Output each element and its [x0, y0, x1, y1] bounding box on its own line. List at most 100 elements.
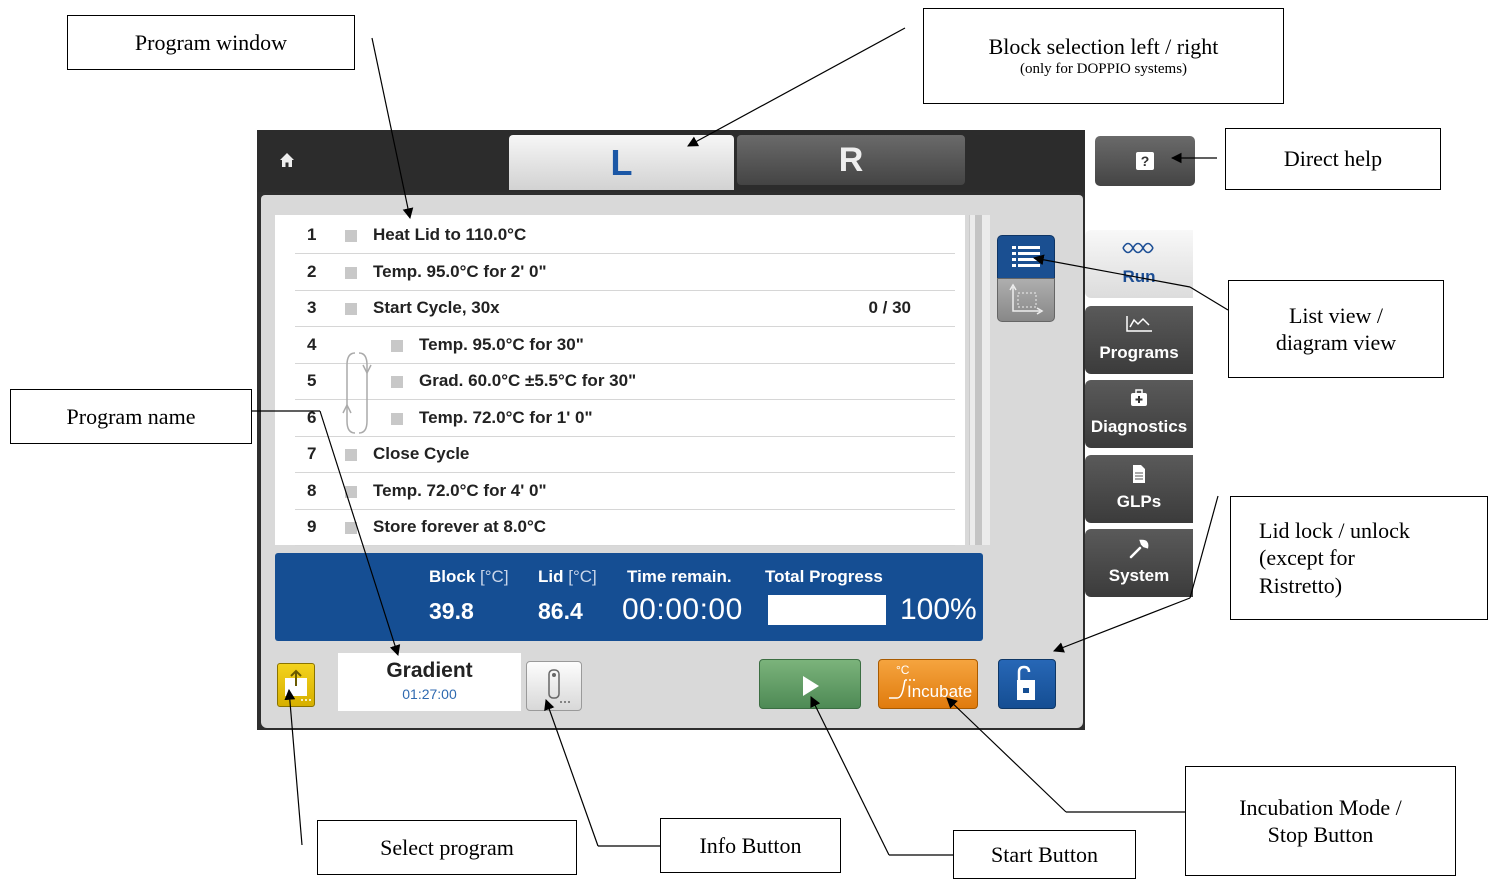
step-number: 5	[307, 371, 317, 390]
step-text: Temp. 72.0°C for 1' 0"	[419, 407, 593, 427]
step-row[interactable]: 6 Temp. 72.0°C for 1' 0"	[295, 400, 955, 437]
callout-list-view: List view / diagram view	[1228, 280, 1444, 378]
step-checkbox-icon	[345, 303, 357, 315]
time-remain-value: 00:00:00	[622, 593, 743, 626]
total-progress-label: Total Progress	[765, 567, 883, 586]
step-row[interactable]: 2 Temp. 95.0°C for 2' 0"	[295, 254, 955, 291]
callout-text: Program window	[134, 29, 288, 55]
step-number: 9	[307, 517, 317, 536]
diagram-icon	[1009, 283, 1044, 315]
play-icon	[803, 676, 819, 696]
step-text: Close Cycle	[373, 444, 470, 463]
diagram-view-button[interactable]	[997, 278, 1055, 322]
home-icon[interactable]	[279, 152, 295, 168]
info-icon	[548, 669, 570, 703]
chart-icon	[1085, 315, 1193, 338]
time-remain-label: Time remain.	[627, 567, 732, 586]
step-checkbox-icon	[391, 339, 403, 352]
side-tab-glps[interactable]: GLPs	[1085, 455, 1193, 523]
callout-text: Info Button	[699, 832, 802, 858]
program-name: Gradient	[386, 659, 473, 682]
step-row[interactable]: 7 Close Cycle	[295, 436, 955, 473]
side-tab-diagnostics[interactable]: Diagnostics	[1085, 380, 1193, 448]
step-number: 7	[307, 444, 317, 463]
step-row[interactable]: 1 Heat Lid to 110.0°C	[295, 217, 955, 254]
step-checkbox-icon	[391, 376, 403, 388]
callout-text: Start Button	[991, 841, 1098, 867]
info-button[interactable]	[526, 661, 582, 711]
side-tab-label: Run	[1122, 267, 1156, 286]
scrollbar[interactable]	[969, 215, 990, 545]
step-row[interactable]: 8 Temp. 72.0°C for 4' 0"	[295, 473, 955, 510]
side-tab-run[interactable]: Run	[1085, 230, 1193, 298]
step-row[interactable]: 5 Grad. 60.0°C ±5.5°C for 30"	[295, 363, 955, 400]
step-number: 2	[307, 261, 317, 281]
select-program-button[interactable]	[277, 663, 315, 707]
side-tab-label: Programs	[1099, 343, 1179, 362]
status-bar: Block [°C] Lid [°C] Time remain. Total P…	[275, 553, 983, 641]
wrench-icon	[1085, 538, 1193, 565]
bottom-controls: Gradient 01:27:00 °C Incubate	[261, 653, 1083, 723]
incubate-label: Incubate	[907, 682, 973, 701]
block-tab-right[interactable]: R	[737, 135, 965, 185]
callout-text: Stop Button	[1267, 822, 1374, 847]
incubate-unit: °C	[896, 663, 910, 677]
callout-text: Select program	[380, 834, 514, 860]
side-tab-label: GLPs	[1116, 492, 1162, 511]
block-tab-left[interactable]: L	[509, 135, 734, 190]
step-row[interactable]: 3 Start Cycle, 30x 0 / 30	[295, 290, 955, 327]
callout-start-button: Start Button	[953, 830, 1136, 879]
dna-icon	[1085, 239, 1193, 260]
callout-program-window: Program window	[67, 15, 355, 70]
program-name-display: Gradient 01:27:00	[338, 653, 521, 711]
help-button[interactable]: ?	[1095, 136, 1195, 186]
program-window: 1 Heat Lid to 110.0°C 2 Temp. 95.0°C for 2'…	[275, 215, 965, 546]
step-row[interactable]: 9 Store forever at 8.0°C	[295, 509, 955, 546]
progress-bar	[768, 595, 886, 625]
step-text: Grad. 60.0°C ±5.5°C for 30"	[419, 371, 637, 390]
step-checkbox-icon	[345, 522, 357, 534]
step-number: 6	[307, 407, 317, 427]
step-number: 1	[307, 225, 317, 244]
step-number: 4	[307, 334, 317, 354]
view-toggle	[997, 235, 1055, 323]
lid-temp-label: Lid [°C]	[538, 567, 597, 586]
list-view-button[interactable]	[997, 235, 1055, 279]
callout-text: Ristretto)	[1259, 572, 1343, 598]
document-icon	[1085, 464, 1193, 489]
side-tab-system[interactable]: System	[1085, 529, 1193, 597]
cycle-counter: 0 / 30	[868, 298, 911, 317]
progress-percent: 100%	[900, 593, 977, 626]
side-tab-label: System	[1108, 566, 1170, 585]
folder-upload-icon	[285, 669, 311, 701]
callout-lid-lock: Lid lock / unlock (except for Ristretto)	[1230, 496, 1488, 620]
incubate-button[interactable]: °C Incubate	[878, 659, 978, 709]
scrollbar-thumb[interactable]	[975, 215, 982, 545]
block-temp-value: 39.8	[429, 598, 474, 624]
program-window-panel: 1 Heat Lid to 110.0°C 2 Temp. 95.0°C for 2'…	[261, 195, 1083, 728]
step-checkbox-icon	[391, 412, 403, 425]
step-text: Temp. 95.0°C for 2' 0"	[373, 261, 547, 281]
callout-text: Lid lock / unlock	[1259, 517, 1410, 543]
step-checkbox-icon	[345, 230, 357, 242]
medkit-icon	[1085, 389, 1193, 412]
step-text: Temp. 72.0°C for 4' 0"	[373, 480, 547, 500]
callout-text: Program name	[66, 403, 196, 429]
help-icon: ?	[1136, 152, 1154, 170]
thermocycler-screen: L R 1 Heat Lid to 110.0°C 2 Temp. 95.0°C fo…	[257, 130, 1195, 730]
lid-temp-value: 86.4	[538, 598, 583, 624]
callout-info-button: Info Button	[660, 818, 841, 873]
callout-program-name: Program name	[10, 389, 252, 444]
side-tab-programs[interactable]: Programs	[1085, 306, 1193, 374]
lid-lock-button[interactable]	[998, 659, 1056, 709]
callout-text: Block selection left / right	[988, 33, 1219, 59]
callout-text: Direct help	[1283, 146, 1383, 172]
top-bar: L R	[257, 130, 1085, 192]
step-row[interactable]: 4 Temp. 95.0°C for 30"	[295, 327, 955, 364]
progress-fill	[768, 595, 886, 625]
step-text: Temp. 95.0°C for 30"	[419, 334, 584, 354]
step-number: 3	[307, 298, 317, 317]
cycle-loop-icon	[342, 352, 372, 434]
step-text: Store forever at 8.0°C	[373, 517, 547, 536]
start-button[interactable]	[759, 659, 861, 709]
